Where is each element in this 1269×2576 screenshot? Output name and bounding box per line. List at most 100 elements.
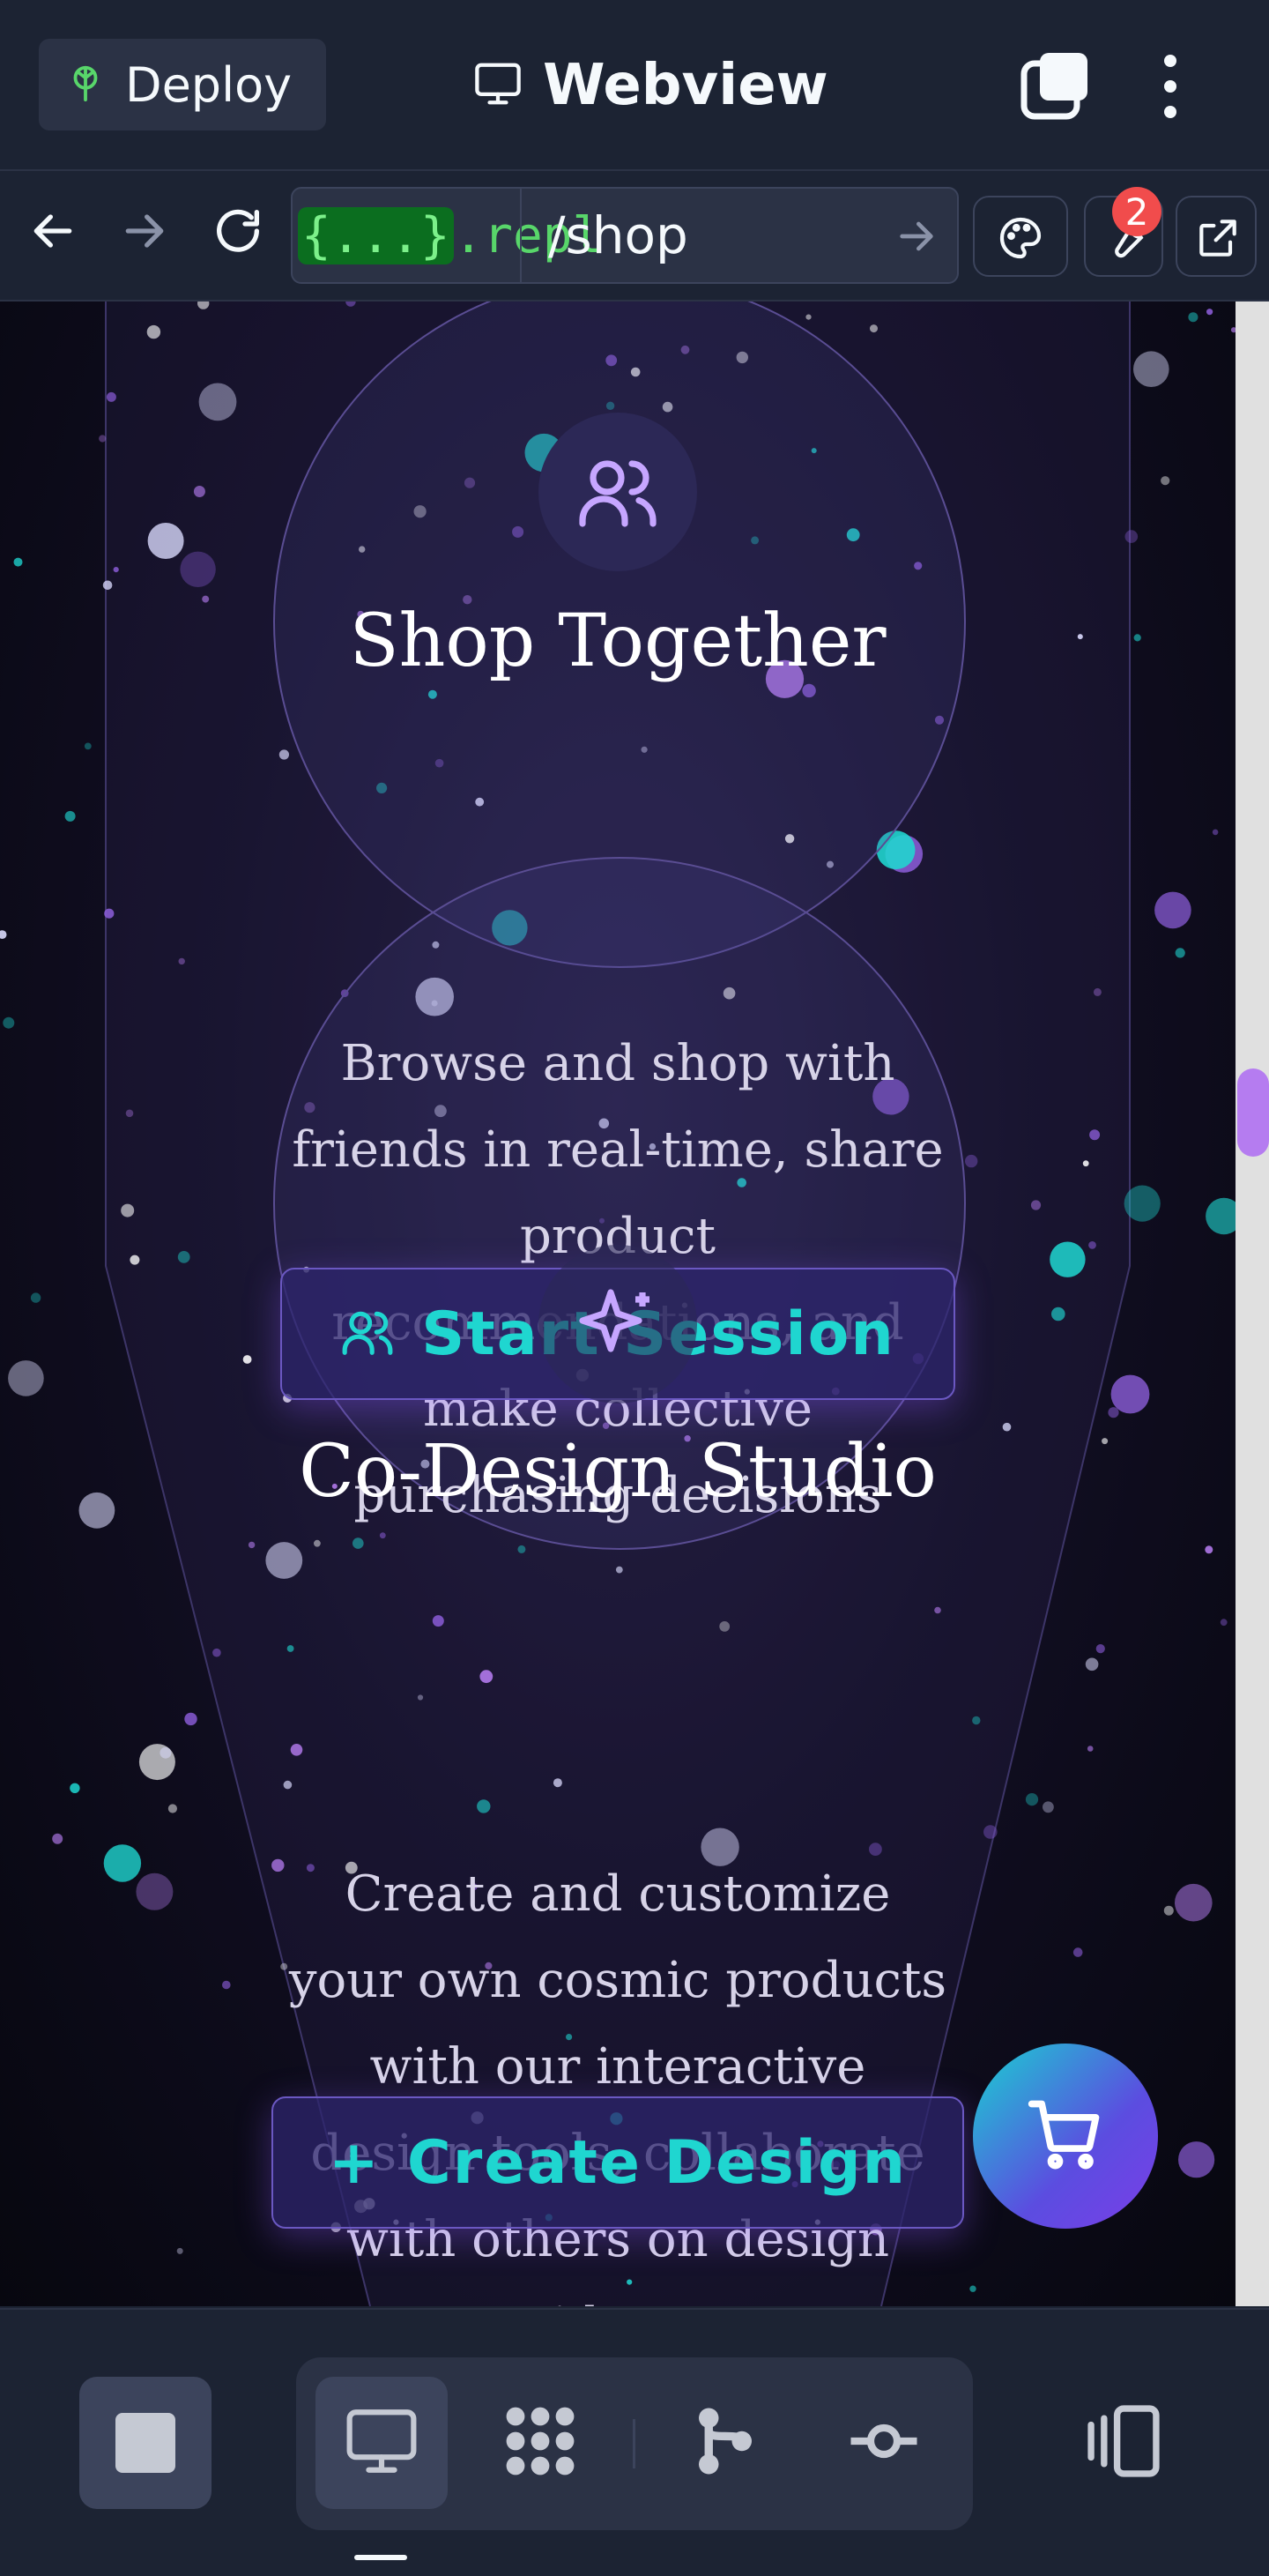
back-arrow-icon[interactable]: [25, 203, 81, 259]
git-tab[interactable]: [659, 2377, 791, 2509]
star: [1178, 2141, 1215, 2178]
cart-button[interactable]: [973, 2044, 1158, 2229]
star: [615, 1566, 623, 1574]
url-path: /shop: [548, 205, 688, 265]
star: [1043, 1801, 1054, 1813]
webview-title-label: Webview: [543, 53, 828, 118]
star: [184, 1712, 197, 1726]
star: [193, 486, 205, 497]
palette-icon: [996, 213, 1045, 266]
monitor-icon: [342, 2406, 421, 2480]
star: [870, 324, 878, 333]
star: [103, 1844, 142, 1882]
star: [1051, 1307, 1065, 1322]
star: [147, 523, 184, 559]
star: [432, 1615, 444, 1627]
tabs-icon[interactable]: [1019, 49, 1093, 123]
scrollbar-thumb[interactable]: [1237, 1068, 1269, 1157]
star: [113, 567, 119, 573]
star: [1205, 1545, 1213, 1554]
star: [1163, 1905, 1174, 1916]
scrollbar-track[interactable]: [1236, 302, 1269, 2306]
star: [242, 1355, 252, 1364]
star: [553, 1778, 562, 1788]
star: [719, 1621, 731, 1632]
star: [1095, 1644, 1105, 1654]
open-external-button[interactable]: [1176, 196, 1257, 277]
plus-icon: +: [328, 2127, 381, 2198]
users-icon: [340, 1305, 395, 1363]
star: [125, 1109, 134, 1118]
create-design-label: Create Design: [406, 2127, 908, 2198]
split-pane-icon: [1081, 2401, 1166, 2484]
star: [70, 1783, 80, 1794]
star: [314, 1539, 321, 1547]
star: [1088, 1241, 1096, 1249]
webview-viewport[interactable]: Shop Together Browse and shop with frien…: [0, 302, 1236, 2306]
deploy-button[interactable]: Deploy: [39, 39, 326, 130]
url-field[interactable]: {...} .repl /shop: [291, 187, 959, 284]
go-arrow-icon[interactable]: [892, 212, 941, 261]
star: [1082, 1160, 1089, 1167]
card-title: Co-Design Studio: [299, 1430, 937, 1514]
external-link-icon: [1193, 213, 1243, 266]
card-title: Shop Together: [349, 599, 887, 683]
star: [8, 1360, 44, 1396]
create-design-button[interactable]: + Create Design: [271, 2096, 964, 2229]
star: [1175, 948, 1185, 958]
star: [283, 1780, 293, 1790]
reload-icon[interactable]: [210, 203, 266, 259]
stop-icon: [115, 2413, 175, 2473]
star: [1050, 1241, 1086, 1277]
star: [198, 383, 237, 421]
star: [1188, 312, 1198, 323]
star: [1093, 987, 1102, 996]
webview-title[interactable]: Webview: [472, 46, 828, 125]
star: [1089, 1129, 1101, 1141]
star: [1025, 1793, 1039, 1806]
star: [1124, 1185, 1161, 1222]
more-menu-icon[interactable]: [1151, 49, 1190, 123]
star: [983, 1825, 998, 1839]
star: [265, 1542, 303, 1579]
star: [352, 1537, 364, 1549]
star: [52, 1833, 63, 1844]
notification-badge: 2: [1112, 187, 1161, 236]
star: [1072, 1947, 1083, 1957]
shopping-cart-icon: [1025, 2094, 1106, 2178]
star: [104, 908, 115, 919]
stop-button[interactable]: [79, 2377, 212, 2509]
star: [160, 1746, 172, 1759]
webview-tab[interactable]: [315, 2377, 448, 2509]
star: [3, 1016, 15, 1029]
star: [106, 391, 116, 402]
star: [1030, 1200, 1042, 1210]
commit-icon: [844, 2401, 924, 2484]
star: [130, 1254, 140, 1265]
star: [221, 1980, 231, 1990]
star: [345, 302, 356, 307]
star: [102, 580, 113, 591]
palette-button[interactable]: [973, 196, 1068, 277]
commits-tab[interactable]: [818, 2377, 950, 2509]
star: [479, 1670, 494, 1684]
star: [1085, 1657, 1099, 1671]
home-indicator: [354, 2555, 407, 2560]
star: [121, 1203, 135, 1217]
star: [84, 742, 92, 750]
forward-arrow-icon[interactable]: [116, 203, 173, 259]
star: [13, 557, 23, 567]
url-divider: [520, 189, 522, 282]
layout-toggle[interactable]: [1058, 2377, 1190, 2509]
users-icon: [538, 413, 697, 571]
star: [99, 435, 107, 443]
divider: [633, 2419, 635, 2468]
deploy-label: Deploy: [125, 56, 293, 113]
workflows-tab[interactable]: [474, 2377, 606, 2509]
star: [969, 2285, 976, 2292]
star: [136, 1872, 174, 1910]
star: [477, 1799, 491, 1813]
star: [1124, 530, 1139, 543]
star: [0, 930, 7, 939]
star: [1108, 1407, 1119, 1418]
